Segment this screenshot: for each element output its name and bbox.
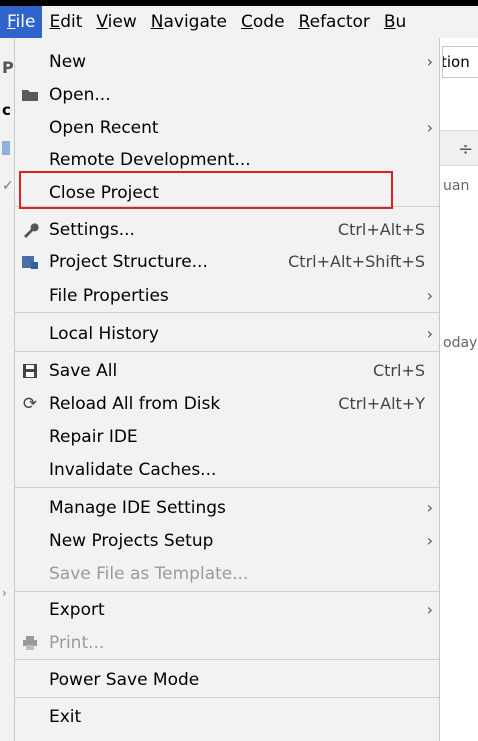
menu-code[interactable]: Code — [234, 6, 292, 38]
menu-item-settings[interactable]: Settings... Ctrl+Alt+S — [15, 215, 439, 245]
menu-item-invalidate-caches[interactable]: Invalidate Caches... — [15, 455, 439, 485]
file-menu-dropdown: New › Open... Open Recent › Remote Devel… — [14, 38, 440, 741]
menu-item-open[interactable]: Open... — [15, 80, 439, 110]
menu-separator — [15, 591, 439, 592]
menu-build[interactable]: Bu — [377, 6, 413, 38]
background-icon: P — [2, 58, 14, 77]
project-structure-icon — [19, 247, 41, 280]
menu-item-print[interactable]: Print... — [15, 628, 439, 658]
background-icon — [2, 141, 10, 155]
collapse-icon[interactable]: ÷ — [458, 139, 473, 160]
menu-edit[interactable]: Edit — [42, 6, 89, 38]
reload-icon: ⟳ — [22, 394, 38, 414]
menu-item-open-recent[interactable]: Open Recent › — [15, 113, 439, 143]
menu-refactor[interactable]: Refactor — [292, 6, 377, 38]
menu-item-reload-all-from-disk[interactable]: ⟳ Reload All from Disk Ctrl+Alt+Y — [15, 389, 439, 419]
chevron-right-icon: › — [426, 118, 433, 137]
background-left-panel: P c ✓ › — [0, 38, 14, 741]
menu-item-new[interactable]: New › — [15, 47, 439, 77]
background-icon: › — [2, 586, 7, 600]
chevron-right-icon: › — [426, 52, 433, 71]
menu-item-power-save-mode[interactable]: Power Save Mode — [15, 665, 439, 695]
menu-item-project-structure[interactable]: Project Structure... Ctrl+Alt+Shift+S — [15, 247, 439, 277]
background-toolbar-strip: ÷ — [440, 130, 478, 166]
menu-separator — [15, 659, 439, 660]
background-icon: c — [2, 101, 11, 119]
menu-separator — [15, 351, 439, 352]
settings-highlight-box — [19, 171, 393, 209]
wrench-icon — [19, 215, 41, 249]
menu-item-local-history[interactable]: Local History › — [15, 319, 439, 349]
menu-view[interactable]: View — [89, 6, 143, 38]
menu-separator — [15, 487, 439, 488]
background-run-config-field[interactable]: tion — [442, 46, 478, 78]
background-text: uan — [443, 178, 470, 194]
menu-separator — [15, 697, 439, 698]
menu-item-save-file-as-template[interactable]: Save File as Template... — [15, 559, 439, 589]
chevron-right-icon: › — [426, 600, 433, 619]
background-text: oday — [443, 335, 478, 351]
printer-icon — [19, 628, 41, 660]
menu-file[interactable]: File — [0, 6, 43, 38]
menu-item-export[interactable]: Export › — [15, 595, 439, 625]
menu-item-manage-ide-settings[interactable]: Manage IDE Settings › — [15, 493, 439, 523]
menu-item-new-projects-setup[interactable]: New Projects Setup › — [15, 526, 439, 556]
chevron-right-icon: › — [426, 531, 433, 550]
menu-item-repair-ide[interactable]: Repair IDE — [15, 422, 439, 452]
chevron-right-icon: › — [426, 324, 433, 343]
chevron-right-icon: › — [426, 498, 433, 517]
menu-item-file-properties[interactable]: File Properties › — [15, 281, 439, 311]
menu-bar: File Edit View Navigate Code Refactor Bu — [0, 6, 478, 38]
folder-icon — [19, 80, 41, 112]
chevron-right-icon: › — [426, 286, 433, 305]
menu-item-exit[interactable]: Exit — [15, 702, 439, 732]
save-icon — [19, 356, 41, 389]
menu-item-save-all[interactable]: Save All Ctrl+S — [15, 356, 439, 386]
background-icon: ✓ — [2, 178, 14, 194]
menu-navigate[interactable]: Navigate — [144, 6, 234, 38]
menu-separator — [15, 312, 439, 313]
